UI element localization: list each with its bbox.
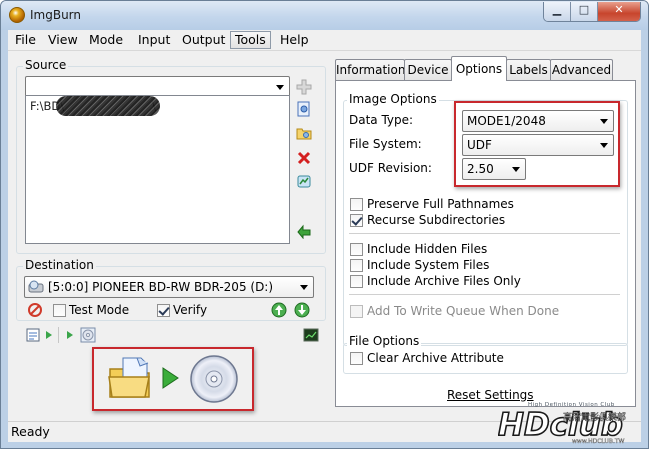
no-test-mode-icon	[28, 303, 42, 317]
file-options-title: File Options	[347, 334, 422, 348]
image-options-title: Image Options	[347, 92, 439, 106]
play-arrow-icon	[162, 367, 179, 389]
source-group-label: Source	[23, 58, 69, 72]
image-options-highlight	[454, 101, 620, 187]
menu-help[interactable]: Help	[276, 32, 313, 48]
imgburn-window: ImgBurn ▁ □ ✕ File View Mode Input Outpu…	[0, 0, 649, 449]
list-item[interactable]: F:\BD\\	[30, 96, 160, 116]
tab-options[interactable]: Options	[451, 56, 507, 81]
menu-tools[interactable]: Tools	[230, 31, 271, 49]
chevron-down-icon	[276, 85, 284, 90]
chevron-down-icon	[300, 285, 308, 290]
destination-drive-select[interactable]: [5:0:0] PIONEER BD-RW BDR-205 (D:)	[24, 276, 314, 298]
menu-file[interactable]: File	[11, 32, 40, 48]
add-to-queue-label: Add To Write Queue When Done	[367, 304, 560, 318]
recurse-subdirectories-checkbox[interactable]	[350, 214, 363, 227]
disc-destination-icon	[190, 355, 238, 403]
browse-folder-icon[interactable]	[296, 125, 312, 141]
tab-advanced-label: Advanced	[551, 63, 612, 77]
tab-labels-label: Labels	[509, 63, 548, 77]
include-archive-label: Include Archive Files Only	[367, 274, 521, 288]
tab-options-label: Options	[455, 62, 503, 76]
maximize-button[interactable]: □	[571, 2, 598, 21]
tab-information[interactable]: Information	[335, 59, 405, 80]
title-bar[interactable]: ImgBurn ▁ □ ✕	[1, 1, 648, 30]
play-small-icon[interactable]	[66, 330, 74, 340]
include-hidden-label: Include Hidden Files	[367, 242, 488, 256]
build-button[interactable]	[104, 353, 244, 405]
status-text: Ready	[11, 424, 50, 439]
tab-labels[interactable]: Labels	[506, 59, 551, 80]
recurse-subdirectories-label: Recurse Subdirectories	[367, 213, 506, 227]
calculate-icon[interactable]	[296, 173, 312, 189]
tab-device[interactable]: Device	[404, 59, 452, 80]
hdclub-watermark-logo: High Definition Vision Club HDclub 高清電影俱…	[498, 402, 626, 445]
divider	[349, 233, 620, 234]
write-speed-down-icon[interactable]	[294, 302, 310, 318]
window-title: ImgBurn	[30, 8, 82, 22]
preserve-pathnames-checkbox[interactable]	[350, 198, 363, 211]
tab-information-label: Information	[336, 63, 406, 77]
verify-label: Verify	[173, 303, 208, 317]
close-icon: ✕	[614, 3, 624, 16]
minimize-icon: ▁	[552, 3, 562, 16]
svg-text:高清電影俱樂部: 高清電影俱樂部	[563, 411, 626, 423]
menu-output[interactable]: Output	[178, 32, 229, 48]
window-controls: ▁ □ ✕	[543, 2, 641, 22]
main-client-area: Source F:\BD\\ Destination [5:0:0] PIONE…	[8, 51, 641, 421]
log-icon[interactable]	[25, 327, 41, 343]
toolbar-divider	[58, 327, 59, 343]
folder-source-icon	[108, 357, 150, 398]
test-mode-checkbox[interactable]	[53, 304, 66, 317]
redacted-scribble	[56, 96, 160, 116]
delete-icon[interactable]	[296, 150, 312, 166]
destination-drive-value: [5:0:0] PIONEER BD-RW BDR-205 (D:)	[48, 280, 274, 294]
add-icon[interactable]	[296, 79, 312, 95]
menu-bar: File View Mode Input Output Tools Help	[8, 30, 641, 51]
maximize-icon: □	[578, 3, 590, 16]
test-mode-label: Test Mode	[69, 303, 130, 317]
play-small-icon[interactable]	[45, 330, 53, 340]
add-to-queue-checkbox	[350, 305, 363, 318]
options-tab-panel: Image Options Data Type: MODE1/2048 File…	[335, 80, 636, 407]
menu-input[interactable]: Input	[134, 32, 174, 48]
udf-revision-label: UDF Revision:	[349, 161, 432, 175]
include-hidden-checkbox[interactable]	[350, 243, 363, 256]
destination-group-label: Destination	[23, 258, 96, 272]
tab-device-label: Device	[407, 63, 449, 77]
minimize-button[interactable]: ▁	[544, 2, 571, 21]
menu-view[interactable]: View	[44, 32, 82, 48]
write-speed-up-icon[interactable]	[271, 302, 287, 318]
browse-file-icon[interactable]	[296, 101, 312, 117]
tab-advanced[interactable]: Advanced	[550, 59, 613, 80]
clear-archive-label: Clear Archive Attribute	[367, 351, 504, 365]
include-system-label: Include System Files	[367, 258, 490, 272]
preserve-pathnames-label: Preserve Full Pathnames	[367, 197, 514, 211]
clear-archive-checkbox[interactable]	[350, 352, 363, 365]
file-system-label: File System:	[349, 137, 422, 151]
imgburn-app-icon	[9, 7, 25, 23]
include-archive-checkbox[interactable]	[350, 275, 363, 288]
disc-small-icon[interactable]	[80, 327, 96, 343]
menu-mode[interactable]: Mode	[85, 32, 127, 48]
include-system-checkbox[interactable]	[350, 259, 363, 272]
drive-icon	[28, 280, 44, 293]
close-button[interactable]: ✕	[598, 2, 640, 21]
source-file-list[interactable]: F:\BD\\	[25, 95, 290, 244]
svg-text:www.HDCLUB.TW: www.HDCLUB.TW	[572, 438, 625, 445]
write-arrow-icon[interactable]	[296, 223, 312, 239]
console-icon[interactable]	[303, 327, 319, 343]
verify-checkbox[interactable]	[157, 304, 170, 317]
divider	[349, 294, 620, 295]
data-type-label: Data Type:	[349, 113, 414, 127]
